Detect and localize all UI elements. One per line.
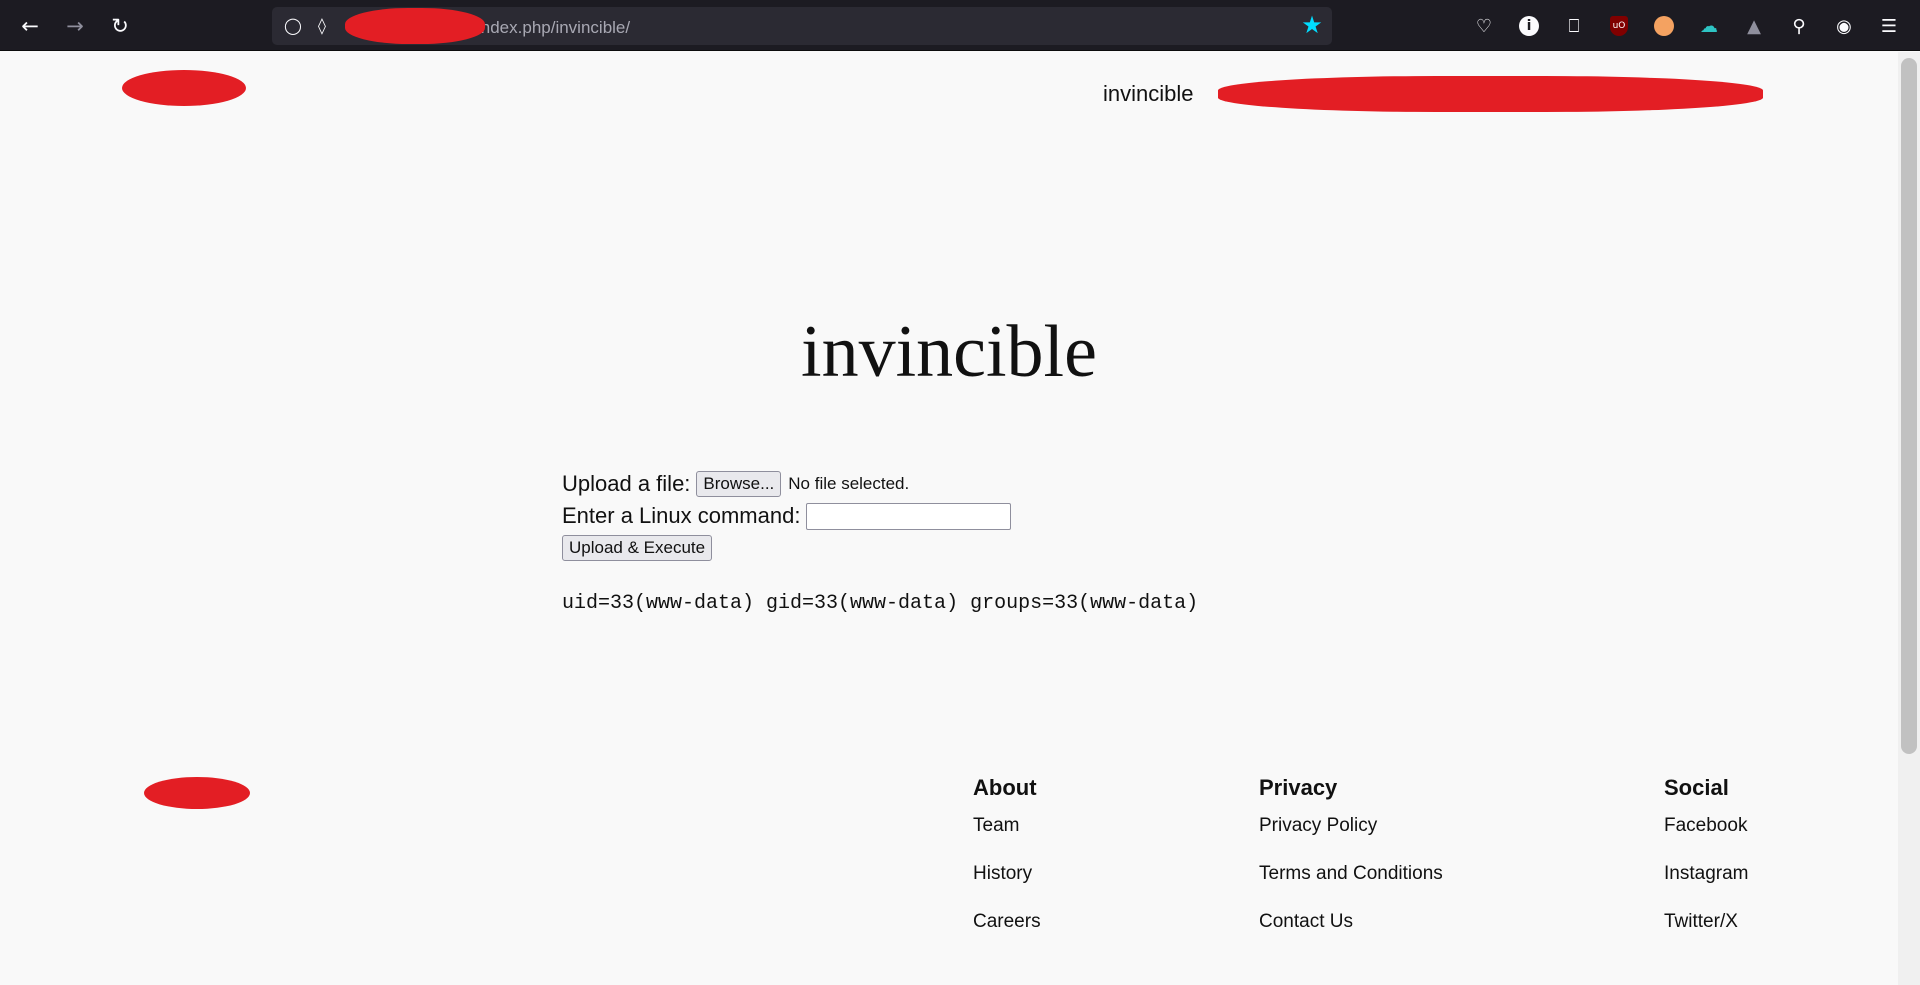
ublock-icon[interactable]: uO	[1606, 13, 1632, 39]
footer-link-contact[interactable]: Contact Us	[1259, 909, 1443, 957]
command-output: uid=33(www-data) gid=33(www-data) groups…	[562, 592, 1199, 615]
back-icon[interactable]: ←	[17, 13, 43, 39]
nav-item-invincible[interactable]: invincible	[1103, 81, 1194, 107]
footer-column-privacy: Privacy Privacy Policy Terms and Conditi…	[1259, 775, 1443, 957]
adblock-icon[interactable]	[1651, 13, 1677, 39]
footer-link-privacy-policy[interactable]: Privacy Policy	[1259, 813, 1443, 861]
scrollbar-thumb[interactable]	[1901, 58, 1917, 754]
reload-icon[interactable]: ↻	[107, 13, 133, 39]
menu-icon[interactable]: ☰	[1876, 13, 1902, 39]
command-label: Enter a Linux command:	[562, 503, 801, 528]
footer-link-twitter[interactable]: Twitter/X	[1664, 909, 1748, 957]
redacted-footer-logo	[144, 777, 250, 809]
footer-link-careers[interactable]: Careers	[973, 909, 1041, 957]
bookmark-star-icon[interactable]: ★	[1299, 12, 1325, 38]
url-text[interactable]: index.php/invincible/	[477, 18, 630, 38]
footer-column-about: About Team History Careers	[973, 775, 1041, 957]
pocket-icon[interactable]: ♡	[1471, 13, 1497, 39]
browser-toolbar: ← → ↻ ◯ ◊ index.php/invincible/ ★ ♡ i ⎕ …	[0, 0, 1920, 51]
lock-icon[interactable]: ◊	[312, 16, 332, 36]
cloud-icon[interactable]: ☁	[1696, 13, 1722, 39]
footer-heading: Social	[1664, 775, 1729, 800]
footer-column-social: Social Facebook Instagram Twitter/X	[1664, 775, 1748, 957]
browse-button[interactable]: Browse...	[696, 471, 782, 497]
extensions-icon[interactable]: ⎕	[1561, 13, 1587, 39]
footer-heading: Privacy	[1259, 775, 1338, 800]
redacted-nav-items	[1218, 76, 1763, 112]
search-icon[interactable]: ⚲	[1786, 13, 1812, 39]
info-icon[interactable]: i	[1516, 13, 1542, 39]
file-status: No file selected.	[788, 474, 910, 493]
page-title: invincible	[801, 311, 1097, 393]
upload-form: Upload a file: Browse... No file selecte…	[562, 468, 1012, 564]
upload-execute-button[interactable]: Upload & Execute	[562, 535, 713, 561]
cookie-icon[interactable]: ◉	[1831, 13, 1857, 39]
footer-link-facebook[interactable]: Facebook	[1664, 813, 1748, 861]
command-input[interactable]	[806, 502, 1012, 530]
redacted-logo	[122, 70, 246, 106]
footer-link-instagram[interactable]: Instagram	[1664, 861, 1748, 909]
forward-icon[interactable]: →	[62, 13, 88, 39]
upload-label: Upload a file:	[562, 471, 691, 496]
footer-link-terms[interactable]: Terms and Conditions	[1259, 861, 1443, 909]
fox-icon[interactable]: ▲	[1741, 13, 1767, 39]
footer-link-history[interactable]: History	[973, 861, 1041, 909]
footer-heading: About	[973, 775, 1037, 800]
shield-icon[interactable]: ◯	[283, 16, 303, 36]
footer-link-team[interactable]: Team	[973, 813, 1041, 861]
redaction-mark	[345, 8, 485, 44]
